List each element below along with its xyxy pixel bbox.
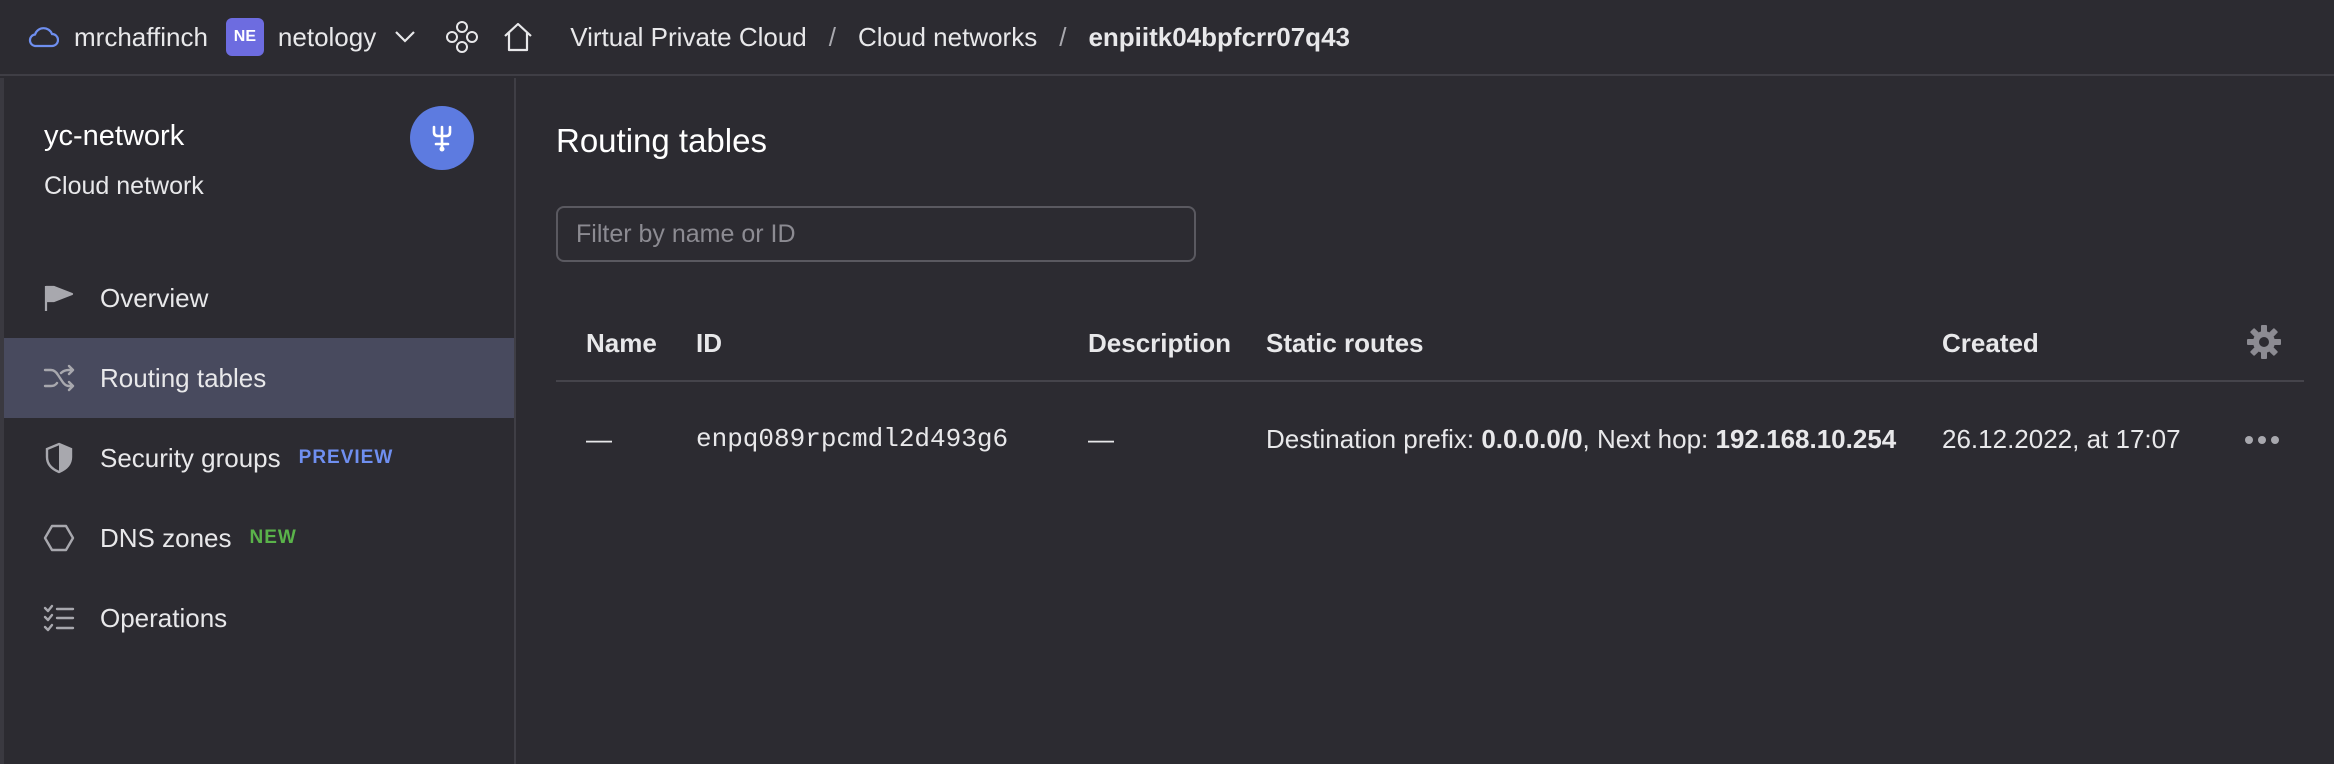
main-content: Routing tables Name ID Description Stati… xyxy=(516,78,2334,764)
org-name: netology xyxy=(277,21,377,52)
shield-icon xyxy=(42,441,76,475)
cloud-icon xyxy=(26,20,60,54)
table-row[interactable]: — enpq089rpcmdl2d493g6 — Destination pre… xyxy=(556,382,2304,502)
network-name: yc-network xyxy=(44,120,185,152)
sidebar-item-operations[interactable]: Operations xyxy=(4,578,514,658)
page-title: Routing tables xyxy=(556,122,767,159)
network-avatar xyxy=(410,106,474,170)
hexagon-icon xyxy=(42,521,76,555)
sidebar-item-dns-zones[interactable]: DNS zones NEW xyxy=(4,498,514,578)
routing-tables-table: Name ID Description Static routes Create… xyxy=(556,308,2304,502)
network-icon xyxy=(432,125,452,152)
flag-icon xyxy=(42,281,76,315)
org-selector[interactable]: NE netology xyxy=(208,18,420,56)
more-actions-icon[interactable] xyxy=(2240,422,2284,458)
sidebar-item-label: DNS zones xyxy=(100,522,232,553)
new-badge: NEW xyxy=(249,527,297,548)
preview-badge: PREVIEW xyxy=(298,447,394,468)
cloud-selector[interactable]: mrchaffinch xyxy=(26,20,208,54)
home-icon[interactable] xyxy=(498,17,538,57)
breadcrumb-vpc[interactable]: Virtual Private Cloud xyxy=(570,22,807,53)
table-header: Name ID Description Static routes Create… xyxy=(556,308,2304,382)
column-header-name[interactable]: Name xyxy=(586,328,657,359)
org-badge: NE xyxy=(225,18,264,56)
row-static-routes: Destination prefix: 0.0.0.0/0, Next hop:… xyxy=(1266,424,1896,455)
route-prefix-value: 0.0.0.0/0 xyxy=(1481,424,1583,454)
shuffle-icon xyxy=(42,361,76,395)
sidebar: yc-network Cloud network Overview Routin… xyxy=(0,78,516,764)
column-header-created[interactable]: Created xyxy=(1942,328,2039,359)
row-description: — xyxy=(1088,424,1114,454)
sidebar-item-label: Operations xyxy=(100,602,228,633)
sidebar-item-label: Security groups xyxy=(100,442,281,473)
breadcrumb-separator: / xyxy=(828,21,836,52)
breadcrumb-cloud-networks[interactable]: Cloud networks xyxy=(858,22,1037,53)
gear-icon[interactable] xyxy=(2242,320,2286,364)
cloud-name: mrchaffinch xyxy=(74,21,208,52)
sidebar-item-routing-tables[interactable]: Routing tables xyxy=(4,338,514,418)
checklist-icon xyxy=(42,601,76,635)
breadcrumb-network-id: enpiitk04bpfcrr07q43 xyxy=(1088,21,1350,52)
row-id[interactable]: enpq089rpcmdl2d493g6 xyxy=(696,424,1008,454)
breadcrumb-separator: / xyxy=(1059,21,1067,52)
network-type: Cloud network xyxy=(44,172,204,200)
row-name: — xyxy=(586,424,612,454)
sidebar-item-label: Overview xyxy=(100,282,209,313)
top-bar: mrchaffinch NE netology Virtual Private … xyxy=(0,0,2334,76)
column-header-description[interactable]: Description xyxy=(1088,328,1231,359)
sidebar-item-label: Routing tables xyxy=(100,362,267,393)
filter-input[interactable] xyxy=(556,206,1196,262)
sidebar-item-security-groups[interactable]: Security groups PREVIEW xyxy=(4,418,514,498)
sidebar-item-overview[interactable]: Overview xyxy=(4,258,514,338)
row-created: 26.12.2022, at 17:07 xyxy=(1942,424,2181,454)
sidebar-header: yc-network Cloud network xyxy=(4,78,514,228)
route-hop-label: , Next hop: xyxy=(1582,424,1709,454)
services-icon[interactable] xyxy=(442,17,482,57)
column-header-id[interactable]: ID xyxy=(696,328,722,359)
sidebar-nav: Overview Routing tables Security groups … xyxy=(4,258,514,658)
chevron-down-icon[interactable] xyxy=(390,22,420,52)
route-hop-value: 192.168.10.254 xyxy=(1715,424,1897,454)
route-prefix-label: Destination prefix: xyxy=(1266,424,1475,454)
column-header-static-routes[interactable]: Static routes xyxy=(1266,328,1424,359)
